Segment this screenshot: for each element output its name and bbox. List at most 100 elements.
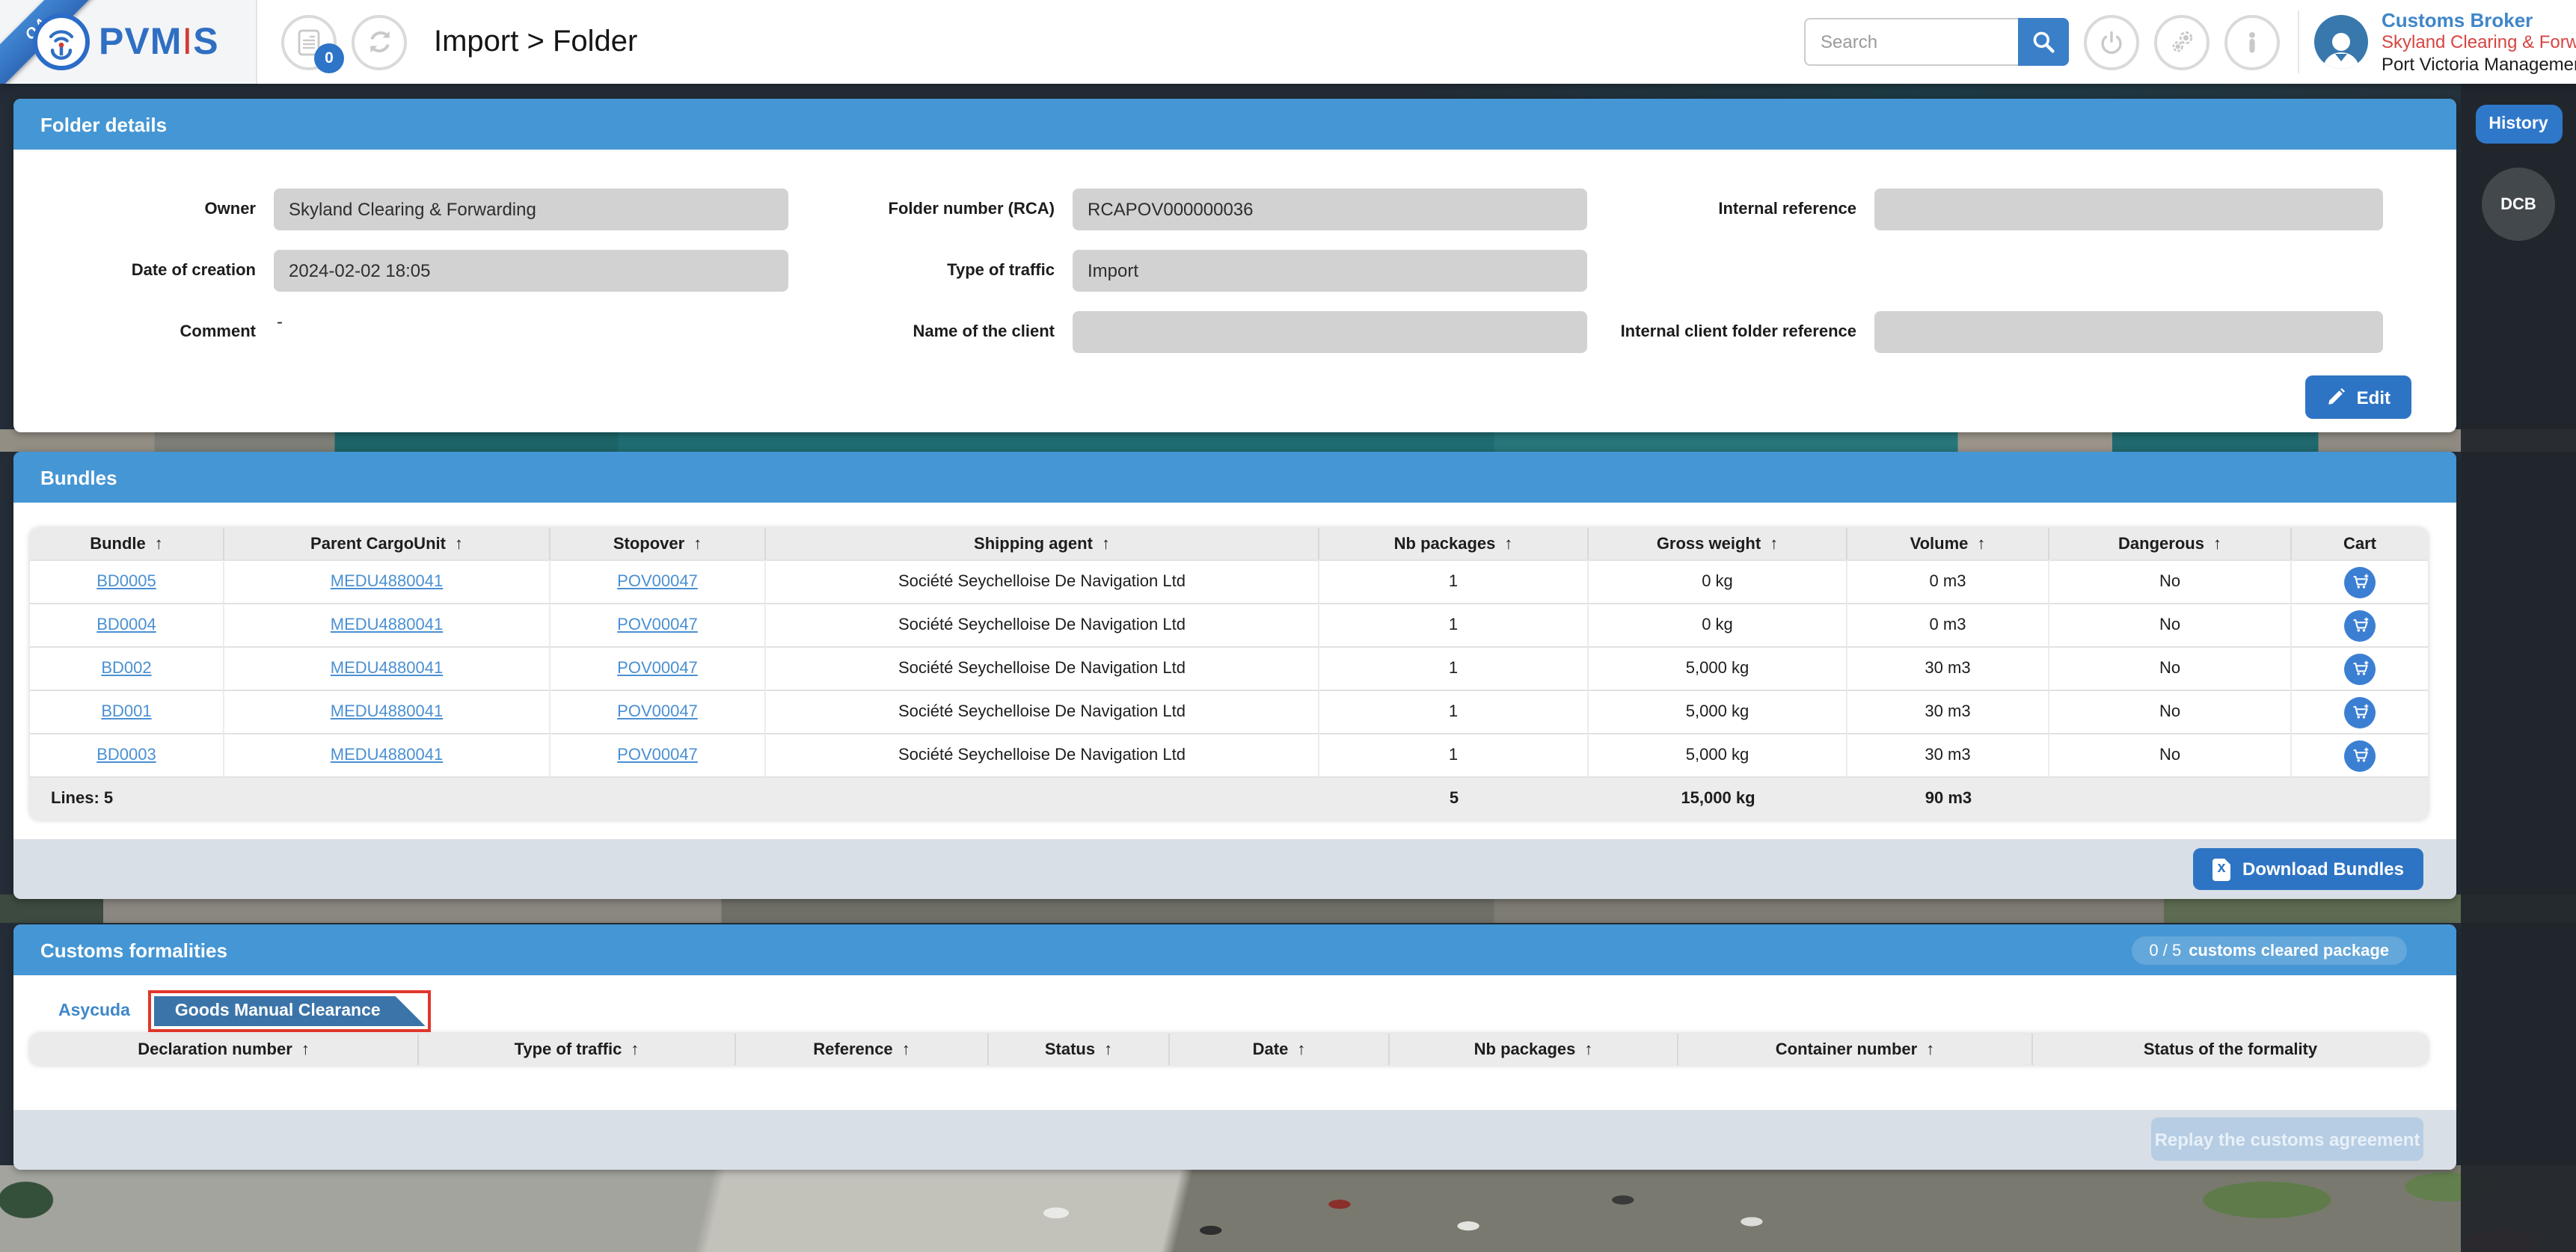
sort-asc-icon[interactable]	[1584, 1040, 1592, 1058]
shipping-agent-cell: Société Seychelloise De Navigation Ltd	[766, 559, 1319, 603]
parent-cargounit-link[interactable]: MEDU4880041	[331, 573, 443, 591]
brand-zone: QA PVMIS	[0, 0, 257, 84]
notifications-button[interactable]: 0	[281, 14, 337, 70]
cart-plus-icon	[2351, 703, 2369, 721]
edit-button-label: Edit	[2357, 387, 2391, 408]
bundle-link[interactable]: BD002	[101, 660, 151, 678]
sort-asc-icon[interactable]	[455, 535, 463, 553]
total-nb-packages: 5	[1319, 776, 1589, 820]
table-row: BD0005 MEDU4880041 POV00047 Société Seyc…	[30, 559, 2428, 603]
col-status-of-formality: Status of the formality	[2033, 1034, 2428, 1065]
bundles-table: Bundle Parent CargoUnit Stopover Shippin…	[30, 528, 2428, 820]
settings-button[interactable]	[2154, 14, 2209, 70]
add-to-cart-button[interactable]	[2344, 653, 2376, 684]
internal-client-folder-reference-label: Internal client folder reference	[1605, 323, 1874, 341]
sort-asc-icon[interactable]	[301, 1040, 310, 1058]
dangerous-cell: No	[2049, 733, 2292, 776]
bundle-link[interactable]: BD0004	[96, 616, 156, 634]
parent-cargounit-link[interactable]: MEDU4880041	[331, 703, 443, 721]
download-bundles-label: Download Bundles	[2242, 859, 2404, 880]
customs-formalities-header: Customs formalities 0 / 5 customs cleare…	[13, 924, 2456, 975]
col-stopover: Stopover	[551, 528, 766, 559]
sort-asc-icon[interactable]	[902, 1040, 910, 1058]
dangerous-cell: No	[2049, 603, 2292, 646]
dcb-button[interactable]: DCB	[2482, 168, 2555, 241]
owner-label: Owner	[13, 200, 274, 218]
col-type-of-traffic: Type of traffic	[419, 1034, 736, 1065]
download-bundles-button[interactable]: Download Bundles	[2193, 848, 2423, 890]
history-button[interactable]: History	[2475, 105, 2562, 144]
add-to-cart-button[interactable]	[2344, 696, 2376, 728]
dangerous-cell: No	[2049, 690, 2292, 733]
person-icon	[2319, 27, 2364, 69]
header-divider	[2298, 10, 2299, 73]
bundle-link[interactable]: BD001	[101, 703, 151, 721]
folder-details-header: Folder details	[13, 99, 2456, 150]
sort-asc-icon[interactable]	[1297, 1040, 1305, 1058]
replay-customs-agreement-button[interactable]: Replay the customs agreement	[2151, 1117, 2423, 1161]
dangerous-cell: No	[2049, 646, 2292, 690]
app-logo[interactable]	[33, 13, 90, 70]
total-gross-weight: 15,000 kg	[1589, 776, 1847, 820]
stopover-link[interactable]: POV00047	[617, 703, 698, 721]
nb-packages-cell: 1	[1319, 603, 1589, 646]
sort-asc-icon[interactable]	[155, 535, 163, 553]
notification-count-badge: 0	[314, 43, 344, 73]
col-date: Date	[1170, 1034, 1390, 1065]
parent-cargounit-link[interactable]: MEDU4880041	[331, 616, 443, 634]
power-icon	[2099, 29, 2124, 55]
avatar[interactable]	[2314, 15, 2368, 69]
tab-goods-manual-clearance[interactable]: Goods Manual Clearance	[154, 996, 426, 1026]
stopover-link[interactable]: POV00047	[617, 660, 698, 678]
annotation-highlight-box: Goods Manual Clearance	[148, 990, 432, 1032]
parent-cargounit-link[interactable]: MEDU4880041	[331, 660, 443, 678]
gross-weight-cell: 5,000 kg	[1589, 690, 1847, 733]
table-row: BD002 MEDU4880041 POV00047 Société Seych…	[30, 646, 2428, 690]
parent-cargounit-link[interactable]: MEDU4880041	[331, 746, 443, 764]
col-parent-cargounit: Parent CargoUnit	[224, 528, 551, 559]
stopover-link[interactable]: POV00047	[617, 746, 698, 764]
folder-details-form: Owner Skyland Clearing & Forwarding Fold…	[13, 150, 2456, 353]
add-to-cart-button[interactable]	[2344, 566, 2376, 598]
stopover-link[interactable]: POV00047	[617, 573, 698, 591]
name-of-client-label: Name of the client	[806, 323, 1073, 341]
dangerous-cell: No	[2049, 559, 2292, 603]
sort-asc-icon[interactable]	[1977, 535, 1985, 553]
volume-cell: 30 m3	[1847, 733, 2049, 776]
sort-asc-icon[interactable]	[2213, 535, 2221, 553]
right-rail: History DCB	[2461, 84, 2576, 1252]
info-button[interactable]	[2224, 14, 2280, 70]
logout-button[interactable]	[2084, 14, 2139, 70]
add-to-cart-button[interactable]	[2344, 740, 2376, 771]
search-input[interactable]	[1804, 18, 2018, 66]
nb-packages-cell: 1	[1319, 646, 1589, 690]
cleared-count: 0 / 5	[2149, 942, 2181, 960]
owner-field: Skyland Clearing & Forwarding	[274, 188, 788, 230]
tab-asycuda[interactable]: Asycuda	[49, 1002, 139, 1020]
user-info[interactable]: Customs Broker Skyland Clearing & Forwar…	[2382, 8, 2576, 76]
sort-asc-icon[interactable]	[693, 535, 702, 553]
edit-button[interactable]: Edit	[2306, 375, 2411, 419]
top-bar: QA PVMIS 0	[0, 0, 2576, 84]
sort-asc-icon[interactable]	[631, 1040, 639, 1058]
bundles-header: Bundles	[13, 452, 2456, 503]
comment-value: -	[274, 311, 806, 332]
user-organization: Skyland Clearing & Forwarding	[2382, 31, 2576, 53]
add-to-cart-button[interactable]	[2344, 610, 2376, 641]
stopover-link[interactable]: POV00047	[617, 616, 698, 634]
name-of-client-field	[1073, 311, 1587, 353]
anchor-wifi-icon	[40, 21, 82, 63]
gross-weight-cell: 5,000 kg	[1589, 646, 1847, 690]
customs-formalities-title: Customs formalities	[40, 939, 227, 961]
search-button[interactable]	[2018, 18, 2069, 66]
refresh-button[interactable]	[352, 14, 407, 70]
user-site: Port Victoria Management	[2382, 53, 2576, 76]
info-icon	[2239, 29, 2265, 55]
sort-asc-icon[interactable]	[1504, 535, 1512, 553]
sort-asc-icon[interactable]	[1102, 535, 1110, 553]
sort-asc-icon[interactable]	[1926, 1040, 1934, 1058]
sort-asc-icon[interactable]	[1104, 1040, 1112, 1058]
bundle-link[interactable]: BD0003	[96, 746, 156, 764]
bundle-link[interactable]: BD0005	[96, 573, 156, 591]
sort-asc-icon[interactable]	[1770, 535, 1778, 553]
